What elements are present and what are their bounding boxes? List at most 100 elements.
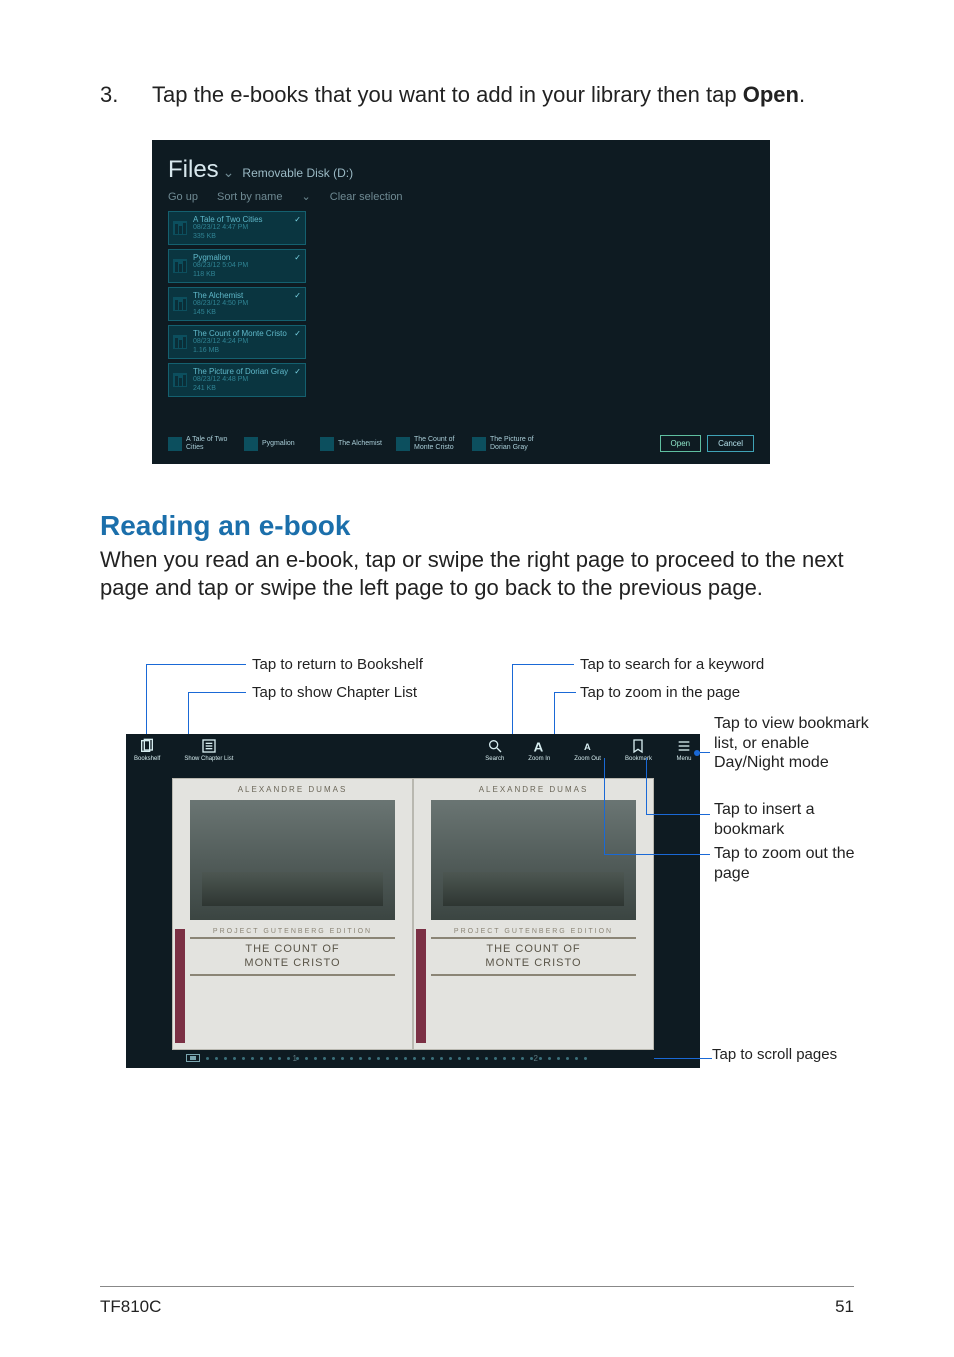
check-icon: ✓ — [294, 253, 301, 262]
book-page-left[interactable]: ALEXANDRE DUMAS PROJECT GUTENBERG EDITIO… — [172, 778, 413, 1050]
book-icon — [320, 437, 334, 451]
callout-line — [146, 664, 246, 665]
spine-decoration — [416, 929, 426, 1043]
bookmark-button[interactable]: Bookmark — [625, 738, 652, 762]
file-meta: 08/23/12 4:50 PM — [193, 300, 248, 308]
selection-pill[interactable]: The Alchemist — [320, 437, 390, 451]
svg-text:A: A — [534, 740, 544, 755]
callout-line — [604, 758, 605, 854]
selection-label: The Count of Monte Cristo — [414, 436, 466, 451]
callout-line — [512, 664, 574, 665]
callout-line — [146, 664, 147, 744]
check-icon: ✓ — [294, 367, 301, 376]
selection-pill[interactable]: The Picture of Dorian Gray — [472, 436, 542, 451]
book-icon — [472, 437, 486, 451]
reader-app: Bookshelf Show Chapter List Search A Zoo… — [126, 734, 700, 1068]
file-size: 118 KB — [193, 271, 248, 279]
file-info: The Picture of Dorian Gray 08/23/12 4:48… — [193, 367, 288, 393]
book-icon — [173, 297, 187, 311]
instruction-step: 3. Tap the e-books that you want to add … — [100, 82, 854, 108]
cancel-button[interactable]: Cancel — [707, 435, 754, 452]
reader-toolbar: Bookshelf Show Chapter List Search A Zoo… — [126, 734, 700, 772]
step-prefix: Tap the e-books that you want to add in … — [152, 82, 743, 107]
book-title-2: MONTE CRISTO — [431, 957, 637, 970]
selection-pill[interactable]: A Tale of Two Cities — [168, 436, 238, 451]
file-item[interactable]: Pygmalion 08/23/12 5:04 PM 118 KB ✓ — [168, 249, 306, 283]
callout-scroll: Tap to scroll pages — [712, 1046, 837, 1063]
check-icon: ✓ — [294, 215, 301, 224]
book-icon — [396, 437, 410, 451]
go-up-button[interactable]: Go up — [168, 191, 198, 203]
bookshelf-label: Bookshelf — [134, 756, 160, 762]
edition-text: PROJECT GUTENBERG EDITION — [454, 928, 613, 935]
search-label: Search — [485, 756, 504, 762]
sort-button[interactable]: Sort by name ⌄ — [217, 191, 311, 203]
files-header: Files ⌄ Removable Disk (D:) — [168, 156, 754, 184]
selection-label: The Picture of Dorian Gray — [490, 436, 542, 451]
footer-model: TF810C — [100, 1297, 161, 1317]
selection-pill[interactable]: Pygmalion — [244, 437, 314, 451]
menu-button[interactable]: Menu — [676, 738, 692, 762]
clear-selection-button[interactable]: Clear selection — [330, 191, 403, 203]
file-item[interactable]: The Count of Monte Cristo 08/23/12 4:24 … — [168, 325, 306, 359]
file-item[interactable]: The Picture of Dorian Gray 08/23/12 4:48… — [168, 363, 306, 397]
cover-image — [190, 800, 396, 920]
callout-menu: Tap to view bookmark list, or enable Day… — [714, 714, 874, 772]
step-number: 3. — [100, 82, 152, 108]
spine-decoration — [175, 929, 185, 1043]
zoom-out-button[interactable]: A Zoom Out — [574, 738, 601, 762]
page-scroller[interactable] — [186, 1054, 640, 1062]
callout-line — [646, 814, 710, 815]
bookshelf-icon — [139, 738, 155, 754]
reader-diagram: Tap to return to Bookshelf Tap to show C… — [110, 648, 870, 1068]
zoom-out-label: Zoom Out — [574, 756, 601, 762]
chevron-down-icon[interactable]: ⌄ — [223, 164, 235, 181]
file-title: The Count of Monte Cristo — [193, 329, 287, 339]
step-suffix: . — [799, 82, 805, 107]
zoom-in-button[interactable]: A Zoom In — [528, 738, 550, 762]
file-size: 241 KB — [193, 385, 288, 393]
callout-chapter: Tap to show Chapter List — [252, 684, 417, 701]
bookmark-label: Bookmark — [625, 756, 652, 762]
menu-icon — [676, 738, 692, 754]
cover-image — [431, 800, 637, 920]
title-block: THE COUNT OF MONTE CRISTO — [190, 937, 396, 975]
check-icon: ✓ — [294, 291, 301, 300]
file-item[interactable]: The Alchemist 08/23/12 4:50 PM 145 KB ✓ — [168, 287, 306, 321]
files-title: Files — [168, 156, 219, 184]
reader-pages[interactable]: ALEXANDRE DUMAS PROJECT GUTENBERG EDITIO… — [172, 778, 654, 1050]
callout-line — [188, 692, 246, 693]
search-button[interactable]: Search — [485, 738, 504, 762]
svg-text:A: A — [584, 742, 591, 752]
book-page-right[interactable]: ALEXANDRE DUMAS PROJECT GUTENBERG EDITIO… — [413, 778, 654, 1050]
scroller-thumb[interactable] — [186, 1054, 200, 1062]
book-icon — [173, 373, 187, 387]
file-size: 1.16 MB — [193, 347, 287, 355]
selection-pill[interactable]: The Count of Monte Cristo — [396, 436, 466, 451]
bookshelf-button[interactable]: Bookshelf — [134, 738, 160, 762]
file-size: 335 KB — [193, 233, 263, 241]
menu-label: Menu — [676, 756, 691, 762]
book-title-1: THE COUNT OF — [190, 943, 396, 956]
open-button[interactable]: Open — [660, 435, 702, 452]
files-footer: A Tale of Two Cities Pygmalion The Alche… — [168, 435, 754, 452]
callout-bookmark: Tap to insert a bookmark — [714, 800, 874, 838]
chapter-list-button[interactable]: Show Chapter List — [184, 738, 233, 762]
file-title: A Tale of Two Cities — [193, 215, 263, 225]
selection-label: A Tale of Two Cities — [186, 436, 238, 451]
callout-bookshelf: Tap to return to Bookshelf — [252, 656, 423, 673]
zoom-out-icon: A — [580, 738, 596, 754]
edition-text: PROJECT GUTENBERG EDITION — [213, 928, 372, 935]
files-location: Removable Disk (D:) — [242, 166, 353, 180]
list-icon — [201, 738, 217, 754]
selection-label: The Alchemist — [338, 440, 390, 448]
selection-label: Pygmalion — [262, 440, 314, 448]
section-heading: Reading an e-book — [100, 510, 854, 542]
author-text: ALEXANDRE DUMAS — [479, 785, 589, 794]
file-list: A Tale of Two Cities 08/23/12 4:47 PM 33… — [168, 211, 754, 397]
file-title: The Alchemist — [193, 291, 248, 301]
search-icon — [487, 738, 503, 754]
chapter-list-label: Show Chapter List — [184, 756, 233, 762]
file-item[interactable]: A Tale of Two Cities 08/23/12 4:47 PM 33… — [168, 211, 306, 245]
book-icon — [173, 335, 187, 349]
